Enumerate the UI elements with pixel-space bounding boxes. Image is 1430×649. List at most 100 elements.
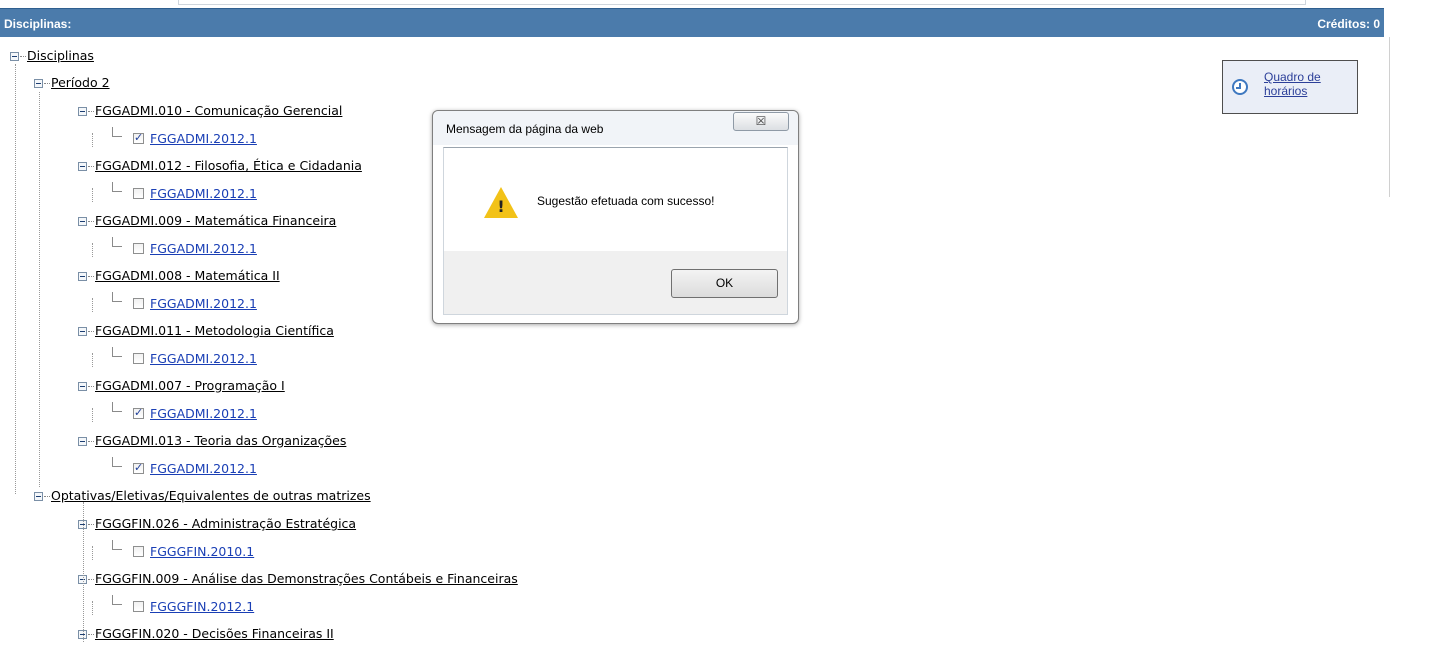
- tree-connector: [92, 353, 93, 367]
- course-label[interactable]: FGGADMI.011 - Metodologia Científica: [95, 323, 334, 338]
- tree-elbow: [112, 127, 122, 137]
- offer-checkbox[interactable]: [133, 243, 144, 254]
- tree-course: FGGADMI.011 - Metodologia Científica: [78, 323, 334, 339]
- course-label[interactable]: FGGADMI.010 - Comunicação Gerencial: [95, 103, 342, 118]
- section-title: Disciplinas:: [4, 17, 72, 31]
- course-label[interactable]: FGGADMI.008 - Matemática II: [95, 268, 280, 283]
- offer-checkbox[interactable]: [133, 460, 144, 476]
- course-label[interactable]: FGGGFIN.020 - Decisões Financeiras II: [95, 626, 334, 641]
- tree-connector: [83, 502, 84, 642]
- course-label[interactable]: FGGADMI.009 - Matemática Financeira: [95, 213, 336, 228]
- tree-elbow: [112, 540, 122, 550]
- tree-course: FGGADMI.007 - Programação I: [78, 378, 285, 394]
- tree-group: Optativas/Eletivas/Equivalentes de outra…: [34, 488, 371, 504]
- collapse-toggle-icon[interactable]: [78, 327, 87, 336]
- tree-offer: FGGGFIN.2012.1: [133, 599, 254, 615]
- tree-dash: [44, 496, 50, 497]
- collapse-toggle-icon[interactable]: [78, 107, 87, 116]
- tree-course: FGGADMI.013 - Teoria das Organizações: [78, 433, 346, 449]
- tree-connector: [15, 64, 16, 494]
- offer-checkbox[interactable]: [133, 130, 144, 146]
- offer-checkbox[interactable]: [133, 405, 144, 421]
- collapse-toggle-icon[interactable]: [78, 162, 87, 171]
- schedule-link[interactable]: Quadro de horários: [1264, 70, 1344, 98]
- tree-connector: [92, 546, 93, 560]
- course-label[interactable]: FGGGFIN.026 - Administração Estratégica: [95, 516, 356, 531]
- offer-checkbox[interactable]: [133, 546, 144, 557]
- tree-dash: [88, 221, 94, 222]
- tree-course: FGGGFIN.020 - Decisões Financeiras II: [78, 626, 334, 642]
- offer-link[interactable]: FGGADMI.2012.1: [150, 241, 257, 256]
- vertical-scrollbar[interactable]: [1389, 37, 1401, 649]
- tree-elbow: [112, 402, 122, 412]
- offer-link[interactable]: FGGADMI.2012.1: [150, 351, 257, 366]
- collapse-toggle-icon[interactable]: [78, 272, 87, 281]
- tree-connector: [92, 601, 93, 615]
- offer-link[interactable]: FGGGFIN.2010.1: [150, 544, 254, 559]
- offer-link[interactable]: FGGADMI.2012.1: [150, 186, 257, 201]
- tree-offer: FGGADMI.2012.1: [133, 130, 257, 147]
- tree-group: Período 2: [34, 75, 110, 91]
- offer-checkbox[interactable]: [133, 353, 144, 364]
- tree-offer: FGGADMI.2012.1: [133, 405, 257, 422]
- tree-root-label[interactable]: Disciplinas: [27, 48, 94, 63]
- offer-link[interactable]: FGGADMI.2012.1: [150, 296, 257, 311]
- collapse-toggle-icon[interactable]: [78, 437, 87, 446]
- tree-connector: [92, 298, 93, 312]
- ok-button[interactable]: OK: [671, 269, 778, 298]
- course-label[interactable]: FGGADMI.007 - Programação I: [95, 378, 285, 393]
- tree-offer: FGGADMI.2012.1: [133, 296, 257, 312]
- credits-label: Créditos: 0: [1317, 17, 1380, 31]
- message-dialog: Mensagem da página da web ☒ ! Sugestão e…: [432, 110, 799, 324]
- offer-link[interactable]: FGGADMI.2012.1: [150, 131, 257, 146]
- tree-offer: FGGGFIN.2010.1: [133, 544, 254, 560]
- tree-dash: [88, 524, 94, 525]
- tree-course: FGGGFIN.026 - Administração Estratégica: [78, 516, 356, 532]
- tree-connector: [92, 188, 93, 202]
- tree-course: FGGADMI.009 - Matemática Financeira: [78, 213, 336, 229]
- schedule-link-box[interactable]: Quadro de horários: [1222, 60, 1358, 114]
- tree-dash: [88, 386, 94, 387]
- offer-checkbox[interactable]: [133, 188, 144, 199]
- tree-dash: [20, 56, 26, 57]
- clock-icon: [1232, 79, 1248, 95]
- collapse-toggle-icon[interactable]: [78, 382, 87, 391]
- offer-link[interactable]: FGGADMI.2012.1: [150, 406, 257, 421]
- tree-elbow: [112, 347, 122, 357]
- tree-offer: FGGADMI.2012.1: [133, 241, 257, 257]
- tree-root: Disciplinas: [10, 48, 94, 64]
- tree-dash: [88, 579, 94, 580]
- tree-elbow: [112, 595, 122, 605]
- collapse-toggle-icon[interactable]: [34, 492, 43, 501]
- offer-checkbox[interactable]: [133, 601, 144, 612]
- offer-link[interactable]: FGGGFIN.2012.1: [150, 599, 254, 614]
- group-label[interactable]: Período 2: [51, 75, 110, 90]
- collapse-toggle-icon[interactable]: [34, 79, 43, 88]
- section-header: Disciplinas: Créditos: 0: [0, 8, 1384, 37]
- dialog-titlebar: Mensagem da página da web ☒: [433, 111, 798, 145]
- course-label[interactable]: FGGADMI.012 - Filosofia, Ética e Cidadan…: [95, 158, 362, 173]
- tree-dash: [88, 634, 94, 635]
- close-button[interactable]: ☒: [733, 112, 789, 131]
- offer-link[interactable]: FGGADMI.2012.1: [150, 461, 257, 476]
- tree-course: FGGADMI.012 - Filosofia, Ética e Cidadan…: [78, 158, 362, 174]
- tree-dash: [88, 441, 94, 442]
- scrollbar-thumb[interactable]: [1389, 37, 1390, 197]
- tree-elbow: [112, 182, 122, 192]
- tree-offer: FGGADMI.2012.1: [133, 460, 257, 477]
- tree-course: FGGGFIN.009 - Análise das Demonstrações …: [78, 571, 518, 587]
- tree-dash: [44, 83, 50, 84]
- offer-checkbox[interactable]: [133, 298, 144, 309]
- tree-course: FGGADMI.008 - Matemática II: [78, 268, 280, 284]
- dialog-body: ! Sugestão efetuada com sucesso!: [443, 147, 788, 251]
- tree-dash: [88, 331, 94, 332]
- collapse-toggle-icon[interactable]: [10, 52, 19, 61]
- course-label[interactable]: FGGGFIN.009 - Análise das Demonstrações …: [95, 571, 518, 586]
- collapse-toggle-icon[interactable]: [78, 217, 87, 226]
- tree-elbow: [112, 457, 122, 467]
- tree-connector: [39, 92, 40, 487]
- group-label[interactable]: Optativas/Eletivas/Equivalentes de outra…: [51, 488, 371, 503]
- course-label[interactable]: FGGADMI.013 - Teoria das Organizações: [95, 433, 346, 448]
- tree-dash: [88, 276, 94, 277]
- tree-connector: [92, 408, 93, 422]
